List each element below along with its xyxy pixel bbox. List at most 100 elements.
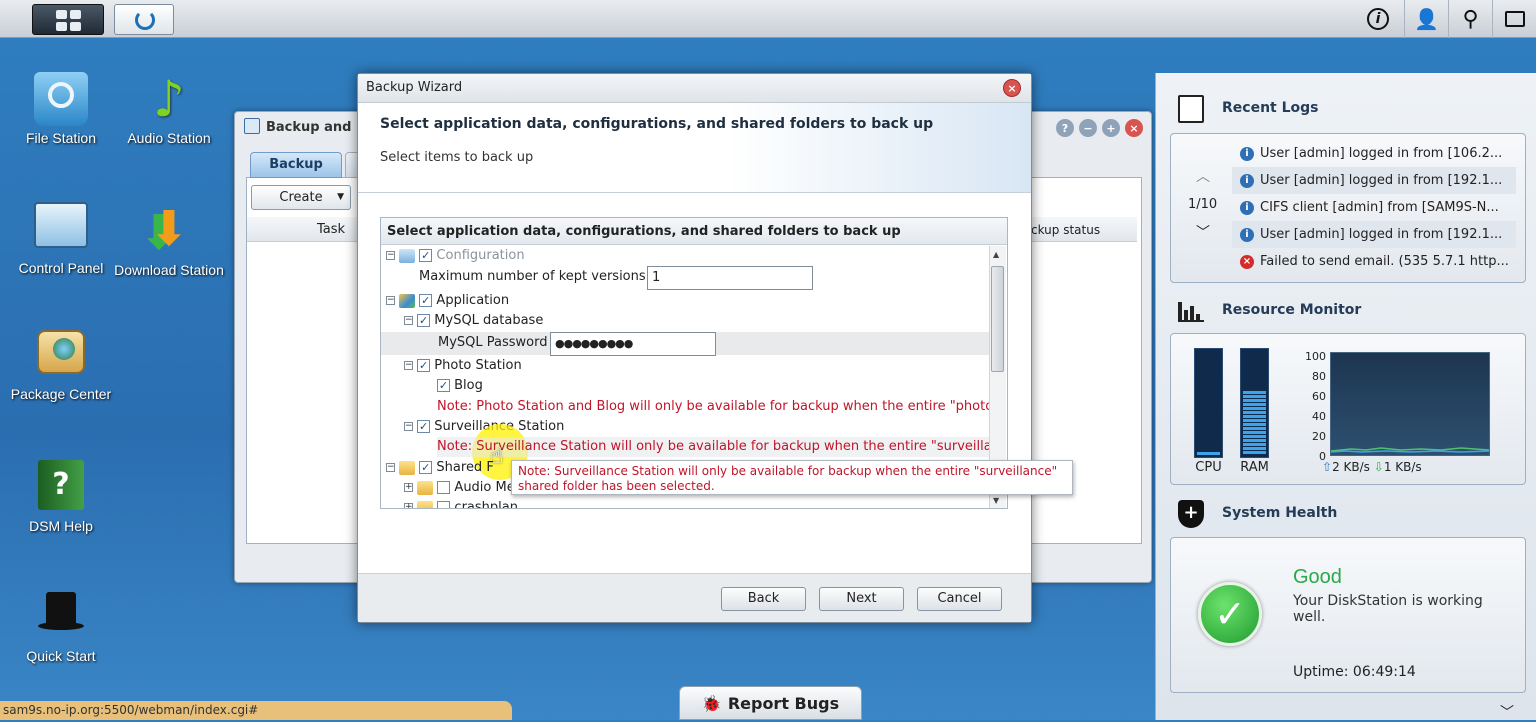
widgets-button[interactable] (1492, 0, 1536, 38)
create-button[interactable]: Create ▼ (251, 185, 351, 210)
cancel-button[interactable]: Cancel (917, 587, 1002, 611)
desktop-icon-quick-start[interactable]: Quick Start (6, 586, 116, 664)
tree-row-configuration[interactable]: − ✓ Configuration (386, 246, 525, 266)
uptime: Uptime: 06:49:14 (1293, 664, 1416, 680)
window-title: Backup and (266, 120, 352, 135)
mysql-checkbox[interactable]: ✓ (417, 314, 431, 327)
y-tick: 40 (1312, 410, 1326, 423)
network-y-axis: 100 80 60 40 20 0 (1296, 347, 1326, 467)
user-button[interactable]: 👤 (1404, 0, 1448, 38)
collapse-icon[interactable]: − (386, 251, 395, 260)
desktop-icon-control-panel[interactable]: Control Panel (6, 202, 116, 276)
desktop-icon-file-station[interactable]: File Station (6, 72, 116, 146)
tree-row-shared-folders[interactable]: − ✓ Shared F (386, 458, 494, 478)
report-bugs-button[interactable]: 🐞 Report Bugs (679, 686, 862, 720)
icon-label: Quick Start (26, 648, 96, 664)
back-button[interactable]: Back (721, 587, 806, 611)
info-icon: i (1240, 200, 1254, 215)
column-task[interactable]: Task (317, 222, 345, 237)
info-button[interactable]: i (1356, 0, 1400, 38)
collapse-icon[interactable]: − (386, 296, 395, 305)
collapse-icon[interactable]: − (404, 422, 413, 431)
tree-label: Audio Me (454, 480, 515, 495)
mysql-password-input[interactable]: ●●●●●●●●● (550, 332, 716, 356)
tab-backup[interactable]: Backup (250, 152, 342, 178)
desktop-icon-package-center[interactable]: Package Center (6, 330, 116, 402)
grid-icon (56, 10, 67, 19)
taskbar-backup-app[interactable] (114, 4, 174, 35)
recent-logs-title: Recent Logs (1222, 100, 1319, 116)
tree-label: Blog (454, 378, 483, 393)
cpu-gauge (1194, 348, 1223, 458)
icon-label: Package Center (10, 386, 112, 402)
ram-label: RAM (1240, 460, 1269, 475)
tree-row-audio[interactable]: + Audio Me (404, 478, 515, 498)
wizard-close-icon[interactable]: × (1003, 79, 1021, 97)
configuration-icon (399, 248, 416, 263)
collapse-icon[interactable]: − (404, 316, 413, 325)
maximize-icon[interactable]: + (1102, 119, 1120, 137)
network-graph-svg (1330, 447, 1490, 453)
tree-row-application[interactable]: − ✓ Application (386, 291, 509, 311)
ram-gauge (1240, 348, 1269, 458)
expand-icon[interactable]: + (404, 503, 413, 508)
backup-app-icon (135, 10, 155, 30)
minimize-icon[interactable]: − (1079, 119, 1097, 137)
log-entry[interactable]: i CIFS client [admin] from [SAM9S-N... (1232, 194, 1516, 221)
blog-checkbox[interactable]: ✓ (437, 379, 450, 392)
resource-monitor-title: Resource Monitor (1222, 302, 1362, 318)
help-icon[interactable]: ? (1056, 119, 1074, 137)
max-versions-input[interactable]: 1 (647, 266, 813, 290)
desktop-icon-download-station[interactable]: ⬇ Download Station (114, 202, 224, 278)
close-icon[interactable]: × (1125, 119, 1143, 137)
scroll-up-icon[interactable]: ▲ (993, 250, 999, 259)
folder-icon (417, 500, 434, 508)
log-entry[interactable]: i User [admin] logged in from [192.1... (1232, 221, 1516, 248)
scroll-down-icon[interactable]: ▼ (993, 496, 999, 505)
application-checkbox[interactable]: ✓ (419, 294, 433, 307)
scrollbar-thumb[interactable] (991, 266, 1004, 372)
audio-checkbox[interactable] (437, 481, 451, 494)
expand-icon[interactable]: + (404, 483, 413, 492)
desktop-icon-dsm-help[interactable]: ? DSM Help (6, 460, 116, 534)
next-button[interactable]: Next (819, 587, 904, 611)
crashplan-checkbox[interactable] (437, 501, 451, 508)
log-entry[interactable]: i User [admin] logged in from [192.1... (1232, 167, 1516, 194)
network-graph (1330, 352, 1490, 456)
tree-row-photo-station[interactable]: − ✓ Photo Station (404, 356, 522, 376)
main-menu-button[interactable] (32, 4, 104, 35)
surveillance-checkbox[interactable]: ✓ (417, 420, 431, 433)
info-icon: i (1240, 173, 1254, 188)
icon-label: Download Station (114, 262, 224, 278)
status-good-check-icon: ✓ (1198, 582, 1262, 646)
tree-label: Photo Station (434, 358, 522, 373)
mysql-password-label: MySQL Password (438, 335, 548, 350)
tree-label: Application (436, 293, 510, 308)
search-button[interactable]: ⚲ (1448, 0, 1492, 38)
browser-status-url: sam9s.no-ip.org:5500/webman/index.cgi# (0, 701, 512, 720)
log-entry[interactable]: × Failed to send email. (535 5.7.1 http..… (1232, 248, 1516, 275)
desktop-icon-audio-station[interactable]: ♪ Audio Station (114, 72, 224, 146)
shared-folders-checkbox[interactable]: ✓ (419, 461, 433, 474)
chevron-down-icon[interactable]: ﹀ (1500, 702, 1514, 722)
info-icon: i (1240, 227, 1254, 242)
tree-row-crashplan[interactable]: + crashplan (404, 498, 518, 508)
chevron-down-icon[interactable]: ﹀ (1196, 222, 1210, 242)
cpu-label: CPU (1195, 460, 1222, 475)
tree-label: MySQL database (434, 313, 544, 328)
music-note-icon: ♪ (153, 70, 185, 128)
column-backup-status[interactable]: ckup status (1031, 223, 1100, 237)
tree-row-blog[interactable]: ✓ Blog (437, 376, 483, 396)
configuration-checkbox[interactable]: ✓ (419, 249, 433, 262)
collapse-icon[interactable]: − (404, 361, 413, 370)
tree-row-mysql[interactable]: − ✓ MySQL database (404, 311, 543, 331)
taskbar (0, 0, 1536, 38)
control-panel-icon (34, 202, 88, 248)
magic-hat-icon (34, 586, 88, 636)
upload-line (1330, 447, 1490, 452)
collapse-icon[interactable]: − (386, 463, 395, 472)
photo-station-checkbox[interactable]: ✓ (417, 359, 431, 372)
chevron-up-icon[interactable]: ︿ (1196, 166, 1210, 186)
log-text: User [admin] logged in from [192.1... (1260, 227, 1503, 242)
log-entry[interactable]: i User [admin] logged in from [106.2... (1232, 140, 1516, 167)
